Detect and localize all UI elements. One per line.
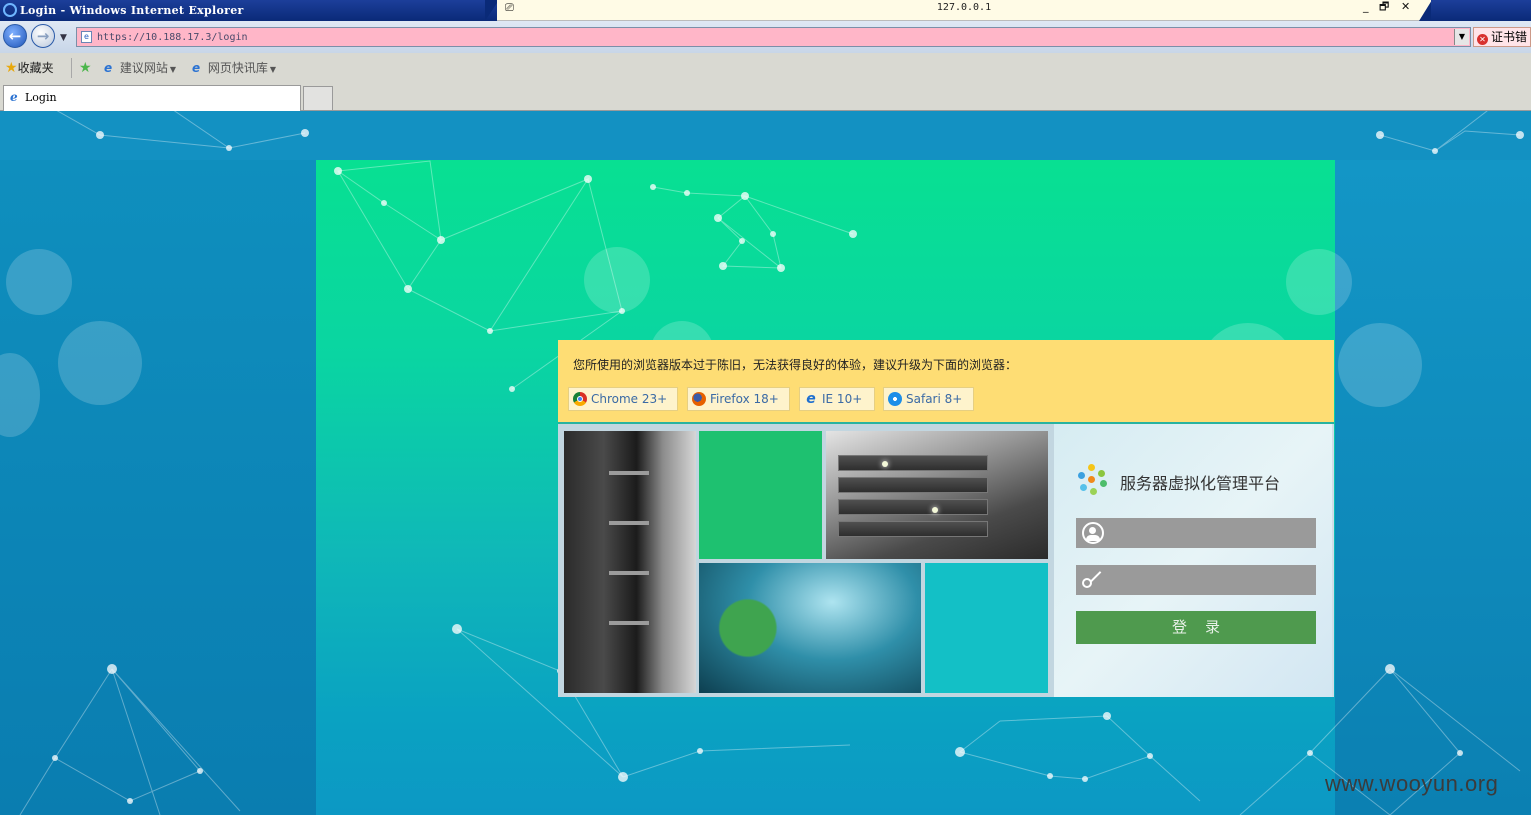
- green-tile: [699, 431, 822, 559]
- chevron-down-icon: ▼: [269, 65, 276, 74]
- login-button[interactable]: 登录: [1076, 611, 1316, 644]
- url-input[interactable]: [97, 29, 1447, 45]
- user-icon: [1082, 522, 1104, 544]
- recent-pages-dropdown-icon[interactable]: ▼: [60, 33, 67, 43]
- username-field[interactable]: [1076, 518, 1316, 548]
- forward-button[interactable]: →: [31, 24, 55, 48]
- ie-download-link[interactable]: e IE 10+: [799, 387, 875, 411]
- page-viewport: 您所使用的浏览器版本过于陈旧，无法获得良好的体验，建议升级为下面的浏览器： Ch…: [0, 111, 1531, 815]
- favorites-bar: ★收藏夹 ★ e 建议网站 ▼ e 网页快讯库 ▼: [0, 53, 1531, 83]
- favorites-button[interactable]: ★收藏夹: [5, 60, 54, 76]
- new-tab-button[interactable]: [303, 86, 333, 110]
- browser-label: Safari 8+: [906, 392, 963, 406]
- certificate-error-label: 证书错: [1491, 30, 1528, 44]
- image-collage: [558, 424, 1054, 697]
- username-input[interactable]: [1112, 523, 1308, 543]
- tab-strip: e Login: [0, 83, 1531, 111]
- favorites-separator: [71, 58, 72, 78]
- browser-label: Chrome 23+: [591, 392, 668, 406]
- ie-logo-icon: [3, 3, 17, 17]
- key-icon: [1082, 569, 1104, 591]
- chrome-icon: [573, 392, 587, 406]
- window-titlebar: Login - Windows Internet Explorer ⎚ 127.…: [0, 0, 1531, 21]
- minimize-button[interactable]: _: [1363, 0, 1369, 14]
- tab-login[interactable]: e Login: [3, 85, 301, 111]
- certificate-error-button[interactable]: ✕ 证书错: [1473, 27, 1531, 47]
- window-title: Login - Windows Internet Explorer: [20, 4, 244, 17]
- safari-download-link[interactable]: Safari 8+: [883, 387, 974, 411]
- browser-upgrade-notice: 您所使用的浏览器版本过于陈旧，无法获得良好的体验，建议升级为下面的浏览器： Ch…: [558, 340, 1334, 422]
- favorites-item-label: 网页快讯库: [207, 61, 268, 75]
- login-form: 服务器虚拟化管理平台 登录: [1054, 424, 1332, 697]
- browser-label: Firefox 18+: [710, 392, 779, 406]
- favorites-item-suggested-sites[interactable]: e 建议网站 ▼: [104, 60, 176, 78]
- title-tail: [1431, 0, 1531, 21]
- ie-page-icon: e: [104, 61, 113, 75]
- favorites-item-label: 建议网站: [119, 61, 168, 75]
- globe-network-photo: [699, 563, 921, 693]
- tab-label: Login: [25, 91, 57, 104]
- ie-page-icon: e: [192, 61, 201, 75]
- ie-icon: e: [806, 391, 816, 407]
- firefox-download-link[interactable]: Firefox 18+: [687, 387, 790, 411]
- address-toolbar: ← → ▼ e ▼ ✕证书错: [0, 21, 1531, 53]
- favorites-item-web-slice-gallery[interactable]: e 网页快讯库 ▼: [192, 60, 276, 78]
- chrome-download-link[interactable]: Chrome 23+: [568, 387, 678, 411]
- firefox-icon: [692, 392, 706, 406]
- safari-icon: [888, 392, 902, 406]
- server-closeup-photo: [826, 431, 1048, 559]
- login-panel: 服务器虚拟化管理平台 登录: [558, 422, 1334, 697]
- chevron-down-icon: ▼: [169, 65, 176, 74]
- remote-session-bar: ⎚ 127.0.0.1 _ 🗗 ✕: [497, 0, 1431, 21]
- ie-page-icon: e: [10, 90, 18, 104]
- close-button[interactable]: ✕: [1401, 0, 1410, 14]
- password-field[interactable]: [1076, 565, 1316, 595]
- browser-label: IE 10+: [822, 392, 863, 406]
- notice-message: 您所使用的浏览器版本过于陈旧，无法获得良好的体验，建议升级为下面的浏览器：: [573, 358, 1018, 372]
- favorites-label: 收藏夹: [17, 61, 54, 75]
- star-icon: ★: [5, 60, 18, 76]
- address-bar[interactable]: e ▼: [76, 27, 1471, 47]
- window-title-area: Login - Windows Internet Explorer: [0, 0, 497, 21]
- password-input[interactable]: [1112, 570, 1308, 590]
- page-icon: e: [81, 31, 92, 43]
- restore-button[interactable]: 🗗: [1379, 0, 1389, 14]
- back-button[interactable]: ←: [3, 24, 27, 48]
- add-to-favorites-button[interactable]: ★: [79, 60, 92, 76]
- error-icon: ✕: [1477, 34, 1488, 45]
- platform-title: 服务器虚拟化管理平台: [1120, 474, 1281, 493]
- teal-tile: [925, 563, 1048, 693]
- address-dropdown-icon[interactable]: ▼: [1454, 29, 1469, 45]
- server-rack-photo: [564, 431, 696, 693]
- add-favorite-icon: ★: [79, 60, 92, 76]
- platform-logo-icon: [1074, 462, 1112, 498]
- watermark: www.wooyun.org: [1325, 771, 1499, 796]
- remote-host-label: 127.0.0.1: [936, 2, 992, 13]
